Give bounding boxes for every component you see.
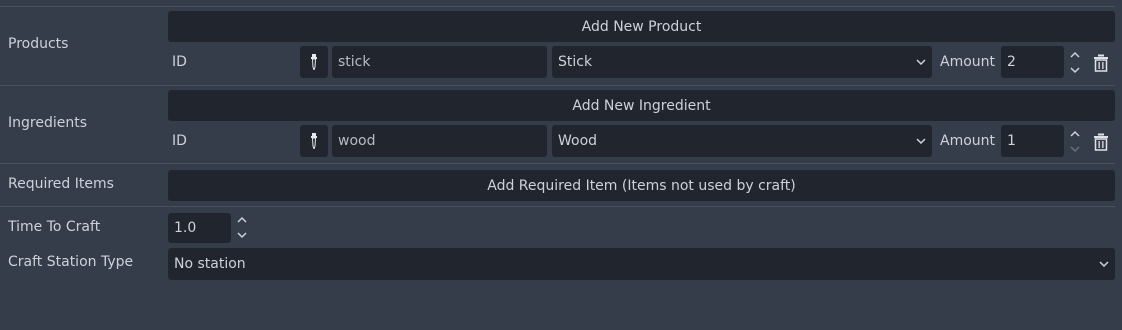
chevron-down-icon [916,138,926,144]
add-new-product-button[interactable]: Add New Product [168,11,1115,42]
separator [0,163,1115,164]
time-to-craft-input[interactable]: 1.0 [168,213,231,243]
separator [0,206,1115,207]
time-to-craft-label: Time To Craft [8,219,101,235]
ingredient-id-input[interactable]: wood [332,125,547,157]
product-amount-label: Amount [940,54,996,70]
trash-icon[interactable] [1093,133,1109,151]
product-amount-input[interactable]: 2 [1001,46,1064,78]
products-label: Products [8,36,69,52]
product-item-select-value: Stick [558,54,593,70]
chevron-down-icon [916,59,926,65]
add-required-item-button[interactable]: Add Required Item (Items not used by cra… [168,170,1115,201]
ingredient-amount-label: Amount [940,133,996,149]
craft-station-select[interactable]: No station [168,248,1115,280]
ingredient-item-select-value: Wood [558,133,598,149]
ingredient-amount-input[interactable]: 1 [1001,125,1064,157]
pipette-icon [311,54,317,70]
ingredient-pick-button[interactable] [300,125,328,157]
spin-arrows-icon[interactable] [235,214,249,242]
craft-station-type-label: Craft Station Type [8,254,134,270]
ingredient-item-select[interactable]: Wood [552,125,932,157]
product-id-input[interactable]: stick [332,46,547,78]
craft-station-select-value: No station [174,256,246,272]
separator [0,6,1115,7]
ingredient-id-label: ID [172,133,187,149]
trash-icon[interactable] [1093,54,1109,72]
required-items-label: Required Items [8,176,114,192]
chevron-down-icon [1099,261,1109,267]
ingredients-label: Ingredients [8,115,87,131]
add-new-ingredient-button[interactable]: Add New Ingredient [168,90,1115,121]
spin-arrows-icon[interactable] [1068,49,1082,77]
pipette-icon [311,133,317,149]
product-id-label: ID [172,54,187,70]
spin-arrows-icon[interactable] [1068,128,1082,156]
separator [0,85,1115,86]
product-pick-button[interactable] [300,46,328,78]
product-item-select[interactable]: Stick [552,46,932,78]
